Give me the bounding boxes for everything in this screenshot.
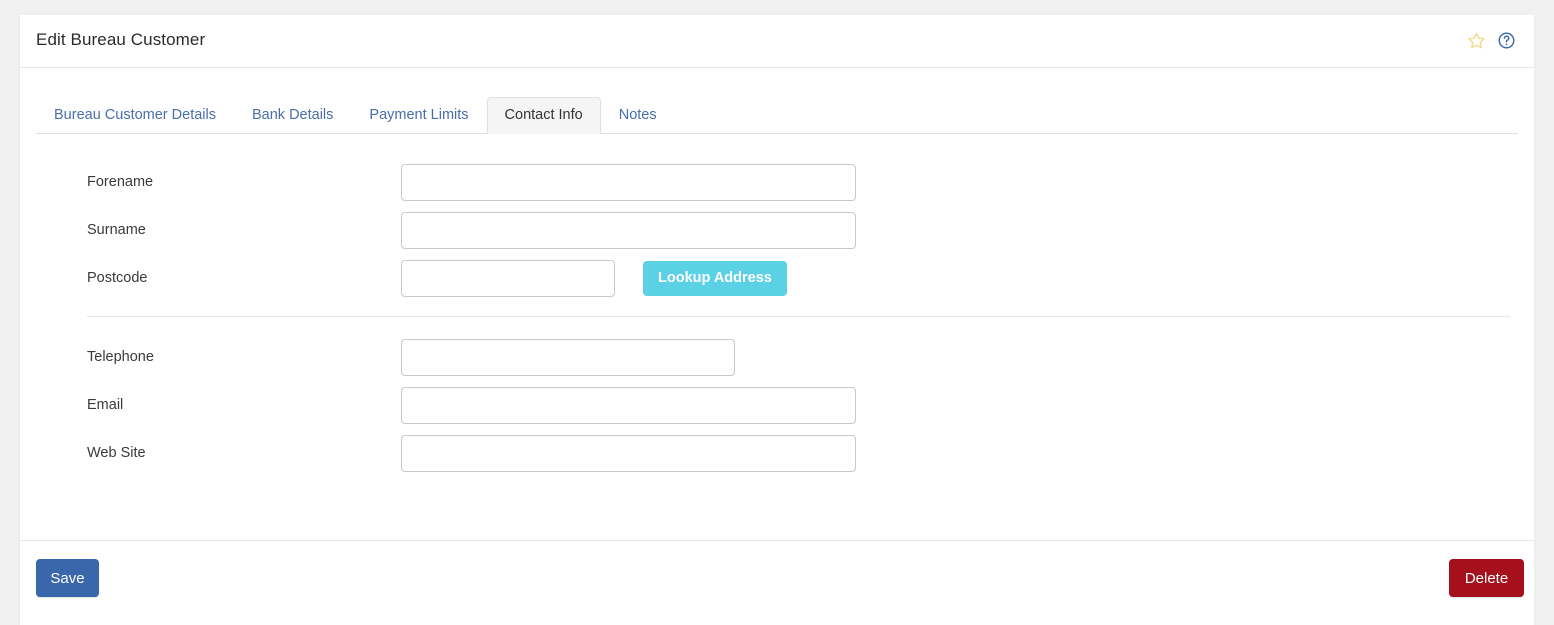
surname-input[interactable] (401, 211, 856, 249)
form-section-divider (87, 316, 1510, 317)
delete-button[interactable]: Delete (1449, 559, 1524, 597)
header-icon-group (1466, 30, 1516, 50)
forename-label: Forename (87, 174, 154, 190)
lookup-address-button[interactable]: Lookup Address (643, 260, 787, 296)
page-title: Edit Bureau Customer (36, 30, 206, 49)
help-icon[interactable] (1496, 30, 1516, 50)
favourite-star-icon[interactable] (1466, 30, 1486, 50)
email-field-area (401, 386, 856, 424)
forename-input[interactable] (401, 163, 856, 201)
email-input[interactable] (401, 386, 856, 424)
web-site-field-area (401, 434, 856, 472)
telephone-input[interactable] (401, 338, 735, 376)
forename-field-area (401, 163, 856, 201)
tab-contact-info[interactable]: Contact Info (486, 97, 601, 134)
tab-bank-details[interactable]: Bank Details (234, 97, 351, 134)
email-label: Email (87, 397, 124, 413)
contact-info-form: Forename Surname Postcode Lookup Address… (20, 134, 1534, 477)
postcode-input[interactable] (401, 259, 615, 297)
edit-bureau-customer-panel: Edit Bureau Customer Bureau Customer Det… (20, 15, 1534, 625)
web-site-input[interactable] (401, 434, 856, 472)
tab-payment-limits[interactable]: Payment Limits (351, 97, 486, 134)
telephone-field-area (401, 338, 735, 376)
form-row-web-site: Web Site (36, 429, 1518, 477)
save-button[interactable]: Save (36, 559, 99, 597)
web-site-label: Web Site (87, 445, 146, 461)
panel-header: Edit Bureau Customer (20, 15, 1534, 68)
tab-notes[interactable]: Notes (601, 97, 675, 134)
postcode-label: Postcode (87, 270, 148, 286)
form-row-email: Email (36, 381, 1518, 429)
panel-footer: Save Delete (20, 540, 1534, 625)
surname-label: Surname (87, 222, 146, 238)
form-row-forename: Forename (36, 158, 1518, 206)
tab-bureau-customer-details[interactable]: Bureau Customer Details (36, 97, 234, 134)
form-row-surname: Surname (36, 206, 1518, 254)
form-row-telephone: Telephone (36, 333, 1518, 381)
tab-bar: Bureau Customer Details Bank Details Pay… (36, 97, 1518, 134)
form-row-postcode: Postcode Lookup Address (36, 254, 1518, 302)
postcode-field-area: Lookup Address (401, 259, 787, 297)
surname-field-area (401, 211, 856, 249)
telephone-label: Telephone (87, 349, 154, 365)
